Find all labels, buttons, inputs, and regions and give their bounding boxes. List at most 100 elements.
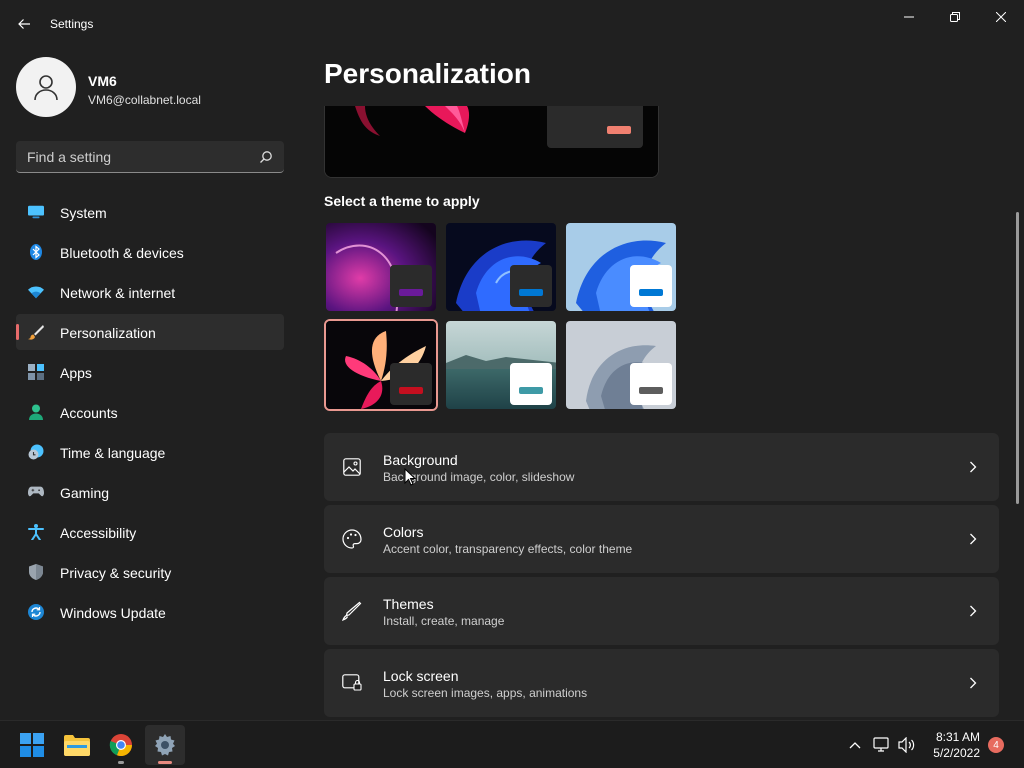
theme-grid <box>324 221 684 413</box>
theme-accent-bar <box>519 387 543 394</box>
tray-network[interactable] <box>872 735 892 755</box>
theme-accent-bar <box>519 289 543 296</box>
card-title: Lock screen <box>383 668 459 684</box>
theme-tile-light-bloom[interactable] <box>564 221 678 313</box>
clock-time[interactable]: 8:31 AM <box>936 730 980 744</box>
chevron-right-icon <box>967 459 979 475</box>
sidebar-item-accessibility[interactable]: Accessibility <box>16 514 284 550</box>
avatar[interactable] <box>16 57 76 117</box>
chevron-right-icon <box>967 603 979 619</box>
globe-clock-icon <box>28 444 44 460</box>
sidebar-item-label: Bluetooth & devices <box>60 245 184 261</box>
setting-card-colors[interactable]: Colors Accent color, transparency effect… <box>324 505 999 573</box>
chevron-right-icon <box>967 675 979 691</box>
theme-tile-sunrise[interactable] <box>444 319 558 411</box>
themes-section-label: Select a theme to apply <box>324 193 480 209</box>
sidebar-item-label: Time & language <box>60 445 166 461</box>
minimize-icon <box>904 16 914 18</box>
search-box[interactable] <box>16 141 284 173</box>
theme-preview <box>324 106 659 178</box>
setting-card-background[interactable]: Background Background image, color, slid… <box>324 433 999 501</box>
taskbar-chrome[interactable] <box>101 725 141 765</box>
back-arrow-icon <box>18 19 30 29</box>
pen-icon <box>342 601 362 621</box>
restore-button[interactable] <box>932 4 978 30</box>
card-title: Background <box>383 452 458 468</box>
sidebar-item-bluetooth[interactable]: Bluetooth & devices <box>16 234 284 270</box>
sidebar-item-accounts[interactable]: Accounts <box>16 394 284 430</box>
start-button[interactable] <box>12 725 52 765</box>
sidebar-item-label: Personalization <box>60 325 156 341</box>
sidebar-item-gaming[interactable]: Gaming <box>16 474 284 510</box>
chrome-icon <box>109 734 133 757</box>
theme-window-preview <box>510 265 552 307</box>
theme-tile-dark-bloom[interactable] <box>444 221 558 313</box>
sidebar-item-time-language[interactable]: Time & language <box>16 434 284 470</box>
back-button[interactable] <box>10 10 38 38</box>
card-title: Themes <box>383 596 434 612</box>
sidebar: VM6 VM6@collabnet.local System Bluetooth… <box>0 48 300 720</box>
app-title: Settings <box>50 17 94 31</box>
card-title: Colors <box>383 524 424 540</box>
lock-screen-icon <box>342 673 362 693</box>
main-scrollbar[interactable] <box>1016 212 1019 504</box>
search-input[interactable] <box>16 141 246 172</box>
mouse-cursor-icon <box>404 468 416 486</box>
theme-window-preview <box>510 363 552 405</box>
sidebar-item-network[interactable]: Network & internet <box>16 274 284 310</box>
sidebar-item-label: Windows Update <box>60 605 166 621</box>
sidebar-item-system[interactable]: System <box>16 194 284 230</box>
card-subtitle: Accent color, transparency effects, colo… <box>383 542 633 556</box>
sidebar-item-personalization[interactable]: Personalization <box>16 314 284 350</box>
minimize-button[interactable] <box>886 4 932 30</box>
chevron-up-icon <box>849 742 861 749</box>
taskbar-settings[interactable] <box>145 725 185 765</box>
windows-logo-icon <box>20 733 44 757</box>
sidebar-item-label: Privacy & security <box>60 565 172 581</box>
setting-card-lock-screen[interactable]: Lock screen Lock screen images, apps, an… <box>324 649 999 717</box>
theme-tile-glow[interactable] <box>324 221 438 313</box>
restore-icon <box>950 12 960 22</box>
folder-icon <box>64 735 90 756</box>
theme-accent-bar <box>399 289 423 296</box>
theme-window-preview <box>630 265 672 307</box>
sidebar-item-privacy[interactable]: Privacy & security <box>16 554 284 590</box>
taskbar: 8:31 AM 5/2/2022 4 <box>0 720 1024 768</box>
running-indicator <box>118 761 124 764</box>
sidebar-item-apps[interactable]: Apps <box>16 354 284 390</box>
apps-icon <box>28 364 44 380</box>
nav-list: System Bluetooth & devices Network & int… <box>16 194 284 634</box>
sidebar-item-label: System <box>60 205 107 221</box>
accessibility-icon <box>28 524 44 540</box>
close-button[interactable] <box>978 4 1024 30</box>
preview-window <box>547 106 643 148</box>
theme-window-preview <box>630 363 672 405</box>
notification-badge[interactable]: 4 <box>988 737 1004 753</box>
tray-overflow-button[interactable] <box>845 735 865 755</box>
user-profile[interactable]: VM6 VM6@collabnet.local <box>16 57 286 117</box>
title-bar: Settings <box>0 0 1024 48</box>
theme-window-preview <box>390 363 432 405</box>
setting-card-themes[interactable]: Themes Install, create, manage <box>324 577 999 645</box>
preview-accent <box>607 126 631 134</box>
sidebar-item-windows-update[interactable]: Windows Update <box>16 594 284 630</box>
theme-accent-bar <box>639 387 663 394</box>
taskbar-file-explorer[interactable] <box>57 725 97 765</box>
card-subtitle: Lock screen images, apps, animations <box>383 686 588 700</box>
update-icon <box>28 604 44 620</box>
profile-name: VM6 <box>88 73 117 89</box>
sidebar-item-label: Apps <box>60 365 92 381</box>
tray-volume[interactable] <box>897 735 917 755</box>
theme-tile-captured-motion[interactable] <box>324 319 438 411</box>
close-icon <box>996 12 1006 22</box>
profile-email: VM6@collabnet.local <box>88 93 201 107</box>
chevron-right-icon <box>967 531 979 547</box>
theme-tile-flow[interactable] <box>564 319 678 411</box>
sidebar-item-label: Network & internet <box>60 285 176 301</box>
settings-gear-icon <box>155 734 175 756</box>
theme-accent-bar <box>639 289 663 296</box>
clock-date[interactable]: 5/2/2022 <box>933 746 980 760</box>
search-button[interactable] <box>256 147 276 167</box>
sidebar-item-label: Gaming <box>60 485 110 501</box>
person-icon <box>28 404 44 420</box>
